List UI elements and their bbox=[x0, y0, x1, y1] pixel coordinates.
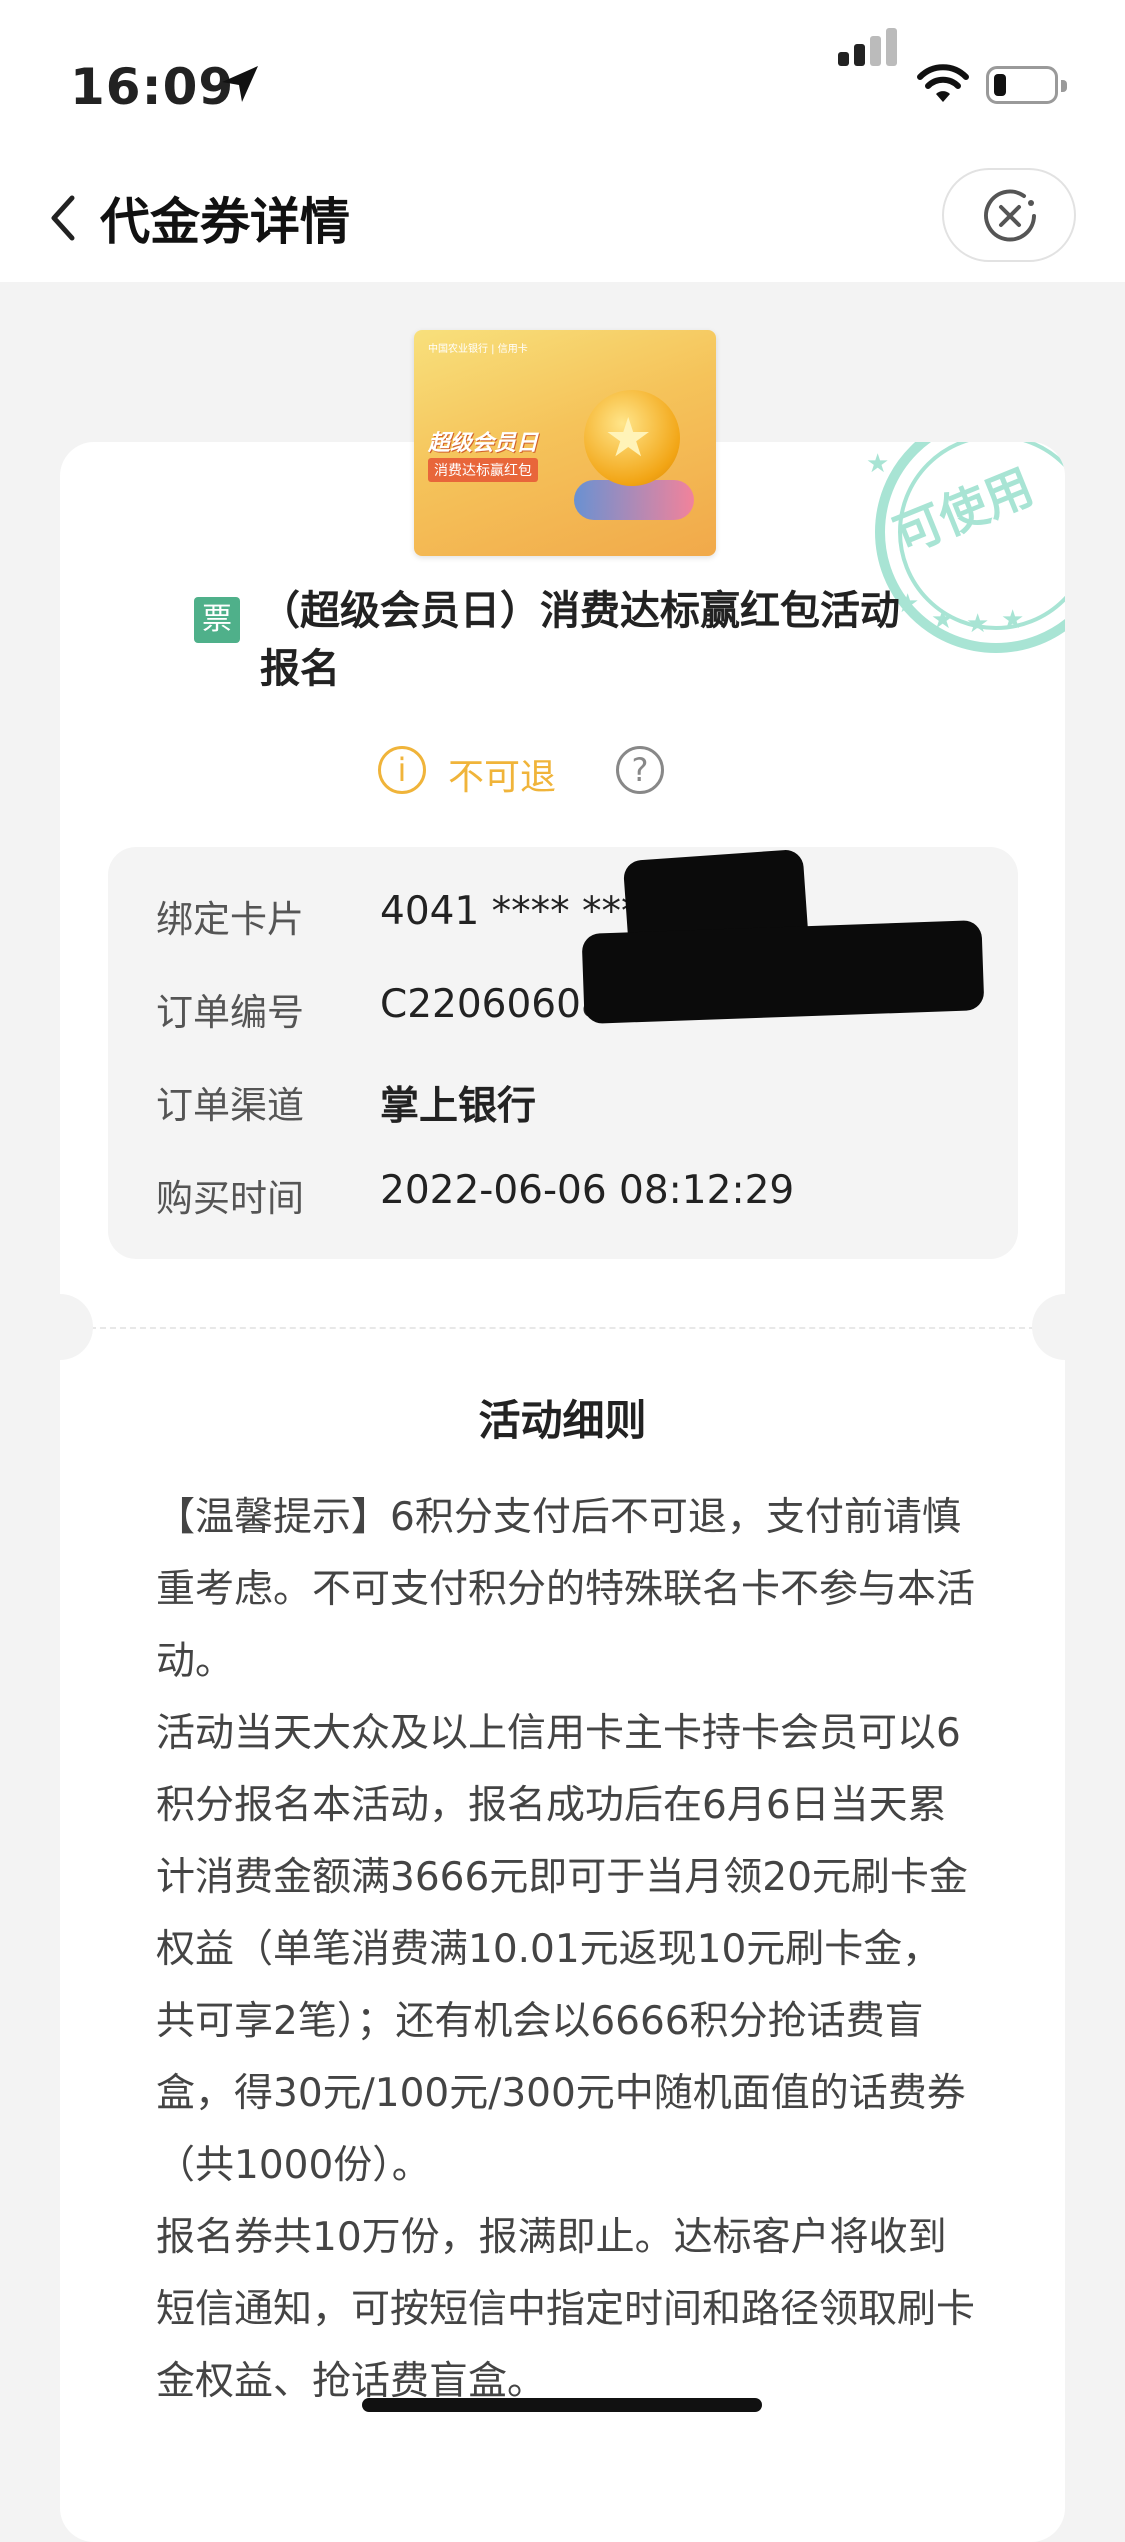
voucher-title: （超级会员日）消费达标赢红包活动报名 bbox=[260, 588, 900, 692]
bank-text: 中国农业银行 | 信用卡 bbox=[428, 344, 528, 355]
close-button[interactable] bbox=[942, 168, 1076, 262]
info-label: 购买时间 bbox=[156, 1177, 304, 1220]
info-icon: i bbox=[378, 746, 426, 794]
info-value: 4041 **** **** bbox=[380, 889, 661, 934]
dashed-divider bbox=[80, 1327, 1045, 1329]
status-bar: 16:09 bbox=[0, 0, 1125, 150]
info-value: C22060608 bbox=[380, 982, 606, 1027]
wifi-icon bbox=[917, 64, 969, 102]
help-icon[interactable]: ? bbox=[616, 746, 664, 794]
info-label: 订单渠道 bbox=[156, 1084, 304, 1127]
back-chevron-icon[interactable] bbox=[42, 188, 82, 248]
info-value: 掌上银行 bbox=[380, 1084, 537, 1129]
ticket-tag: 票 bbox=[194, 597, 240, 643]
battery-icon bbox=[986, 66, 1067, 104]
rules-paragraph: 【温馨提示】6积分支付后不可退，支付前请慎重考虑。不可支付积分的特殊联名卡不参与… bbox=[156, 1495, 976, 1684]
rules-paragraph: 活动当天大众及以上信用卡主卡持卡会员可以6积分报名本活动，报名成功后在6月6日当… bbox=[156, 1711, 968, 2188]
info-value: 2022-06-06 08:12:29 bbox=[380, 1168, 795, 1213]
right-notch bbox=[1032, 1294, 1098, 1360]
rules-text: 【温馨提示】6积分支付后不可退，支付前请慎重考虑。不可支付积分的特殊联名卡不参与… bbox=[156, 1482, 976, 2418]
redaction-mark bbox=[581, 920, 985, 1024]
nav-bar: 代金券详情 bbox=[0, 150, 1125, 282]
info-label: 订单编号 bbox=[156, 991, 304, 1034]
info-label: 绑定卡片 bbox=[156, 898, 304, 941]
rules-paragraph: 报名券共10万份，报满即止。达标客户将收到短信通知，可按短信中指定时间和路径领取… bbox=[156, 2215, 976, 2404]
location-arrow-icon bbox=[222, 66, 258, 102]
refund-text: 不可退 bbox=[448, 757, 557, 798]
rules-title: 活动细则 bbox=[478, 1396, 647, 1445]
close-circle-icon bbox=[984, 189, 1036, 242]
status-time: 16:09 bbox=[70, 58, 235, 116]
page-title: 代金券详情 bbox=[100, 193, 350, 251]
home-indicator bbox=[362, 2398, 762, 2412]
left-notch bbox=[27, 1294, 93, 1360]
order-info-box: 绑定卡片 4041 **** **** 订单编号 C22060608 订单渠道 … bbox=[108, 847, 1018, 1259]
card-content: 票 （超级会员日）消费达标赢红包活动报名 i 不可退 ? 绑定卡片 4041 *… bbox=[27, 442, 1098, 2542]
